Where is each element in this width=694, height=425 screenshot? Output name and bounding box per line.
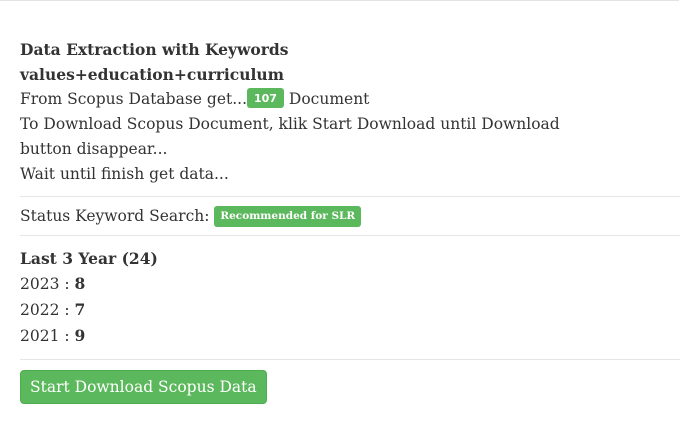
year-row: 2022 : 7 — [20, 297, 660, 323]
instruction-line-2: button disappear... — [20, 140, 168, 158]
scopus-extraction-panel: Data Extraction with Keywords values+edu… — [0, 0, 680, 425]
start-download-button[interactable]: Start Download Scopus Data — [20, 370, 267, 404]
instruction-line-1: To Download Scopus Document, klik Start … — [20, 115, 560, 133]
extraction-info: Data Extraction with Keywords values+edu… — [20, 37, 660, 196]
year-count: 8 — [74, 274, 86, 293]
source-line: From Scopus Database get... 107 Document — [20, 87, 660, 112]
panel-content: Data Extraction with Keywords values+edu… — [20, 37, 680, 404]
year-separator: : — [59, 275, 75, 293]
year-label: 2023 — [20, 275, 60, 293]
year-separator: : — [59, 301, 75, 319]
status-label: Status Keyword Search: — [20, 207, 215, 225]
years-section: Last 3 Year (24) 2023 : 8 2022 : 7 2021 … — [20, 236, 660, 359]
year-count: 9 — [74, 326, 86, 345]
actions-section: Start Download Scopus Data — [20, 360, 660, 404]
keywords-text: values+education+curriculum — [20, 65, 285, 84]
status-badge: Recommended for SLR — [214, 206, 362, 227]
source-suffix: Document — [283, 90, 370, 108]
wait-text: Wait until finish get data... — [20, 165, 229, 183]
status-section: Status Keyword Search: Recommended for S… — [20, 197, 660, 235]
source-prefix: From Scopus Database get... — [20, 90, 247, 108]
document-count-badge: 107 — [247, 88, 284, 108]
year-count: 7 — [74, 300, 86, 319]
year-separator: : — [59, 327, 75, 345]
year-row: 2023 : 8 — [20, 271, 660, 297]
years-heading: Last 3 Year (24) — [20, 249, 158, 268]
year-label: 2021 — [20, 327, 60, 345]
year-label: 2022 — [20, 301, 60, 319]
year-row: 2021 : 9 — [20, 323, 660, 349]
extraction-heading: Data Extraction with Keywords — [20, 40, 289, 59]
